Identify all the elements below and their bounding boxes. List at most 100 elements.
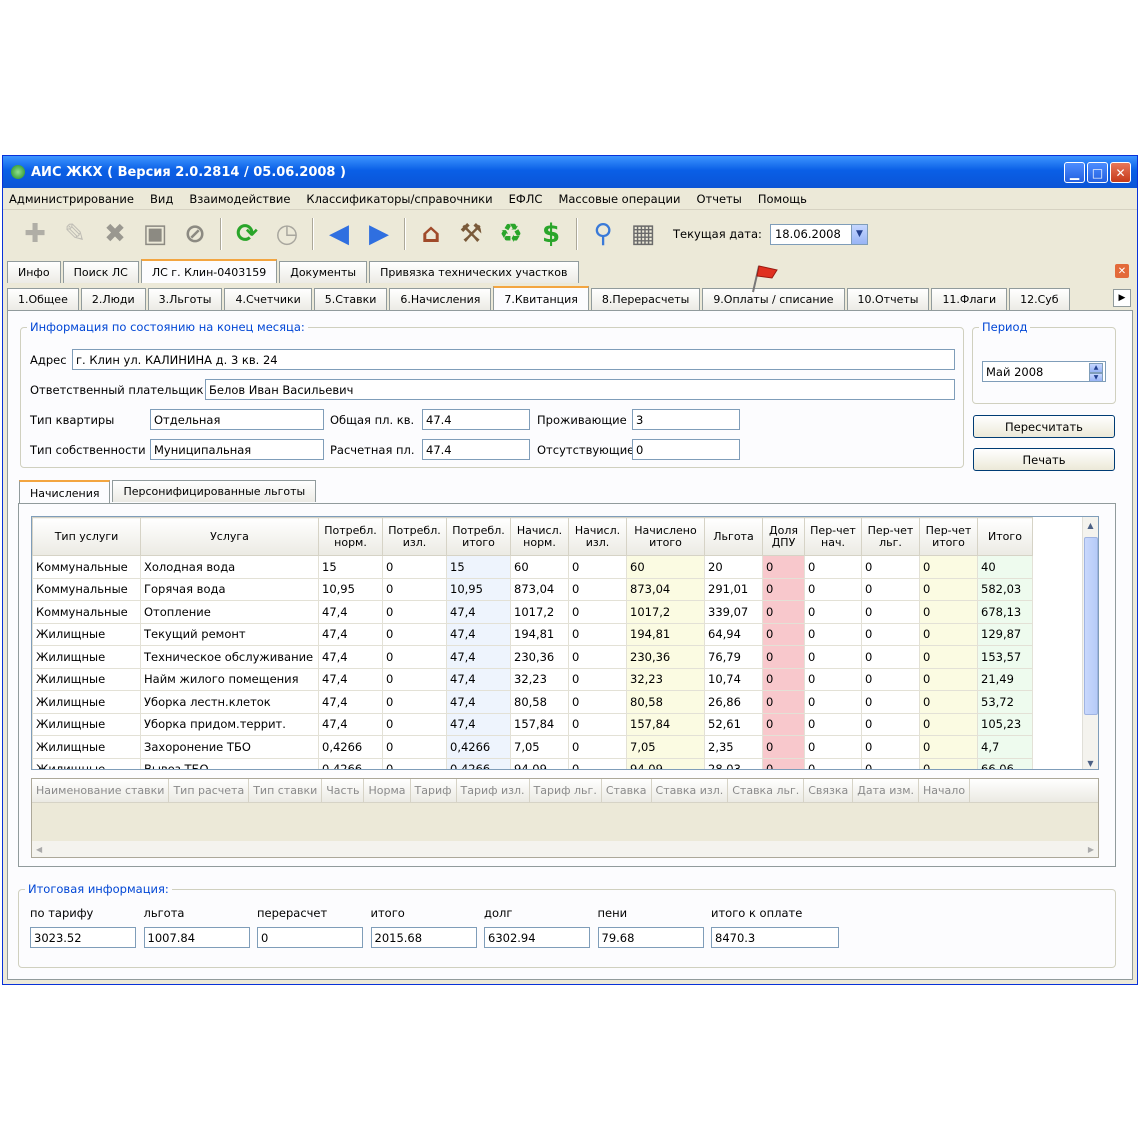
table-cell[interactable]: 153,57	[977, 645, 1033, 669]
scroll-down-icon[interactable]: ▼	[1083, 755, 1098, 769]
table-cell[interactable]: 0,4266	[446, 757, 511, 769]
rates-column-header[interactable]: Тариф изл.	[457, 779, 530, 802]
scroll-thumb[interactable]	[1084, 537, 1098, 715]
table-cell[interactable]: 0	[861, 735, 920, 759]
house-tools-icon[interactable]: ⚒	[453, 216, 489, 252]
table-cell[interactable]: 230,36	[510, 645, 569, 669]
table-cell[interactable]: 582,03	[977, 577, 1033, 601]
tab-account-11[interactable]: 11.Флаги	[931, 288, 1008, 310]
period-spinner[interactable]: ▲ ▼	[1089, 363, 1103, 381]
print-button[interactable]: Печать	[973, 448, 1115, 471]
table-cell[interactable]: 0	[762, 712, 805, 736]
period-field[interactable]: Май 2008 ▲ ▼	[982, 361, 1106, 382]
table-cell[interactable]: Коммунальные	[32, 600, 141, 624]
rates-column-header[interactable]: Тип ставки	[249, 779, 323, 802]
rates-column-header[interactable]: Наименование ставки	[32, 779, 170, 802]
table-cell[interactable]: 47,4	[446, 600, 511, 624]
table-cell[interactable]: 0	[762, 555, 805, 579]
edit-icon[interactable]: ✎	[57, 216, 93, 252]
table-cell[interactable]: 0	[919, 735, 978, 759]
table-cell[interactable]: 0	[861, 577, 920, 601]
table-cell[interactable]: 4,7	[977, 735, 1033, 759]
table-cell[interactable]: 0	[382, 690, 447, 714]
table-cell[interactable]: 10,74	[704, 667, 763, 691]
clock-icon[interactable]: ◷	[269, 216, 305, 252]
rates-column-header[interactable]: Связка	[804, 779, 854, 802]
column-header[interactable]: Тип услуги	[32, 517, 141, 556]
table-cell[interactable]: 21,49	[977, 667, 1033, 691]
table-cell[interactable]: 47,4	[446, 690, 511, 714]
table-cell[interactable]: 7,05	[510, 735, 569, 759]
recycle-icon[interactable]: ♻	[493, 216, 529, 252]
column-header[interactable]: Начислено итого	[626, 517, 705, 556]
total-field[interactable]: 8470.3	[711, 927, 839, 948]
table-cell[interactable]: Техническое обслуживание	[140, 645, 319, 669]
table-cell[interactable]: 0,4266	[446, 735, 511, 759]
table-cell[interactable]: 0	[919, 577, 978, 601]
table-cell[interactable]: Жилищные	[32, 667, 141, 691]
rates-column-header[interactable]: Тариф льг.	[530, 779, 602, 802]
table-cell[interactable]: Вывоз ТБО	[140, 757, 319, 769]
table-cell[interactable]: 0	[804, 735, 862, 759]
grid-vertical-scrollbar[interactable]: ▲ ▼	[1082, 517, 1098, 769]
tab-account-3[interactable]: 3.Льготы	[147, 288, 223, 310]
table-cell[interactable]: 339,07	[704, 600, 763, 624]
table-cell[interactable]: Уборка лестн.клеток	[140, 690, 319, 714]
table-cell[interactable]: 0	[919, 690, 978, 714]
add-icon[interactable]: ✚	[17, 216, 53, 252]
table-cell[interactable]: 7,05	[626, 735, 705, 759]
table-cell[interactable]: 47,4	[446, 645, 511, 669]
table-row[interactable]: Жилищные Техническое обслуживание 47,4 0 47,…	[32, 645, 1033, 669]
table-cell[interactable]: 678,13	[977, 600, 1033, 624]
table-row[interactable]: Жилищные Текущий ремонт 47,4 0 47,4 194,81 0 19…	[32, 622, 1033, 646]
column-header[interactable]: Доля ДПУ	[762, 517, 805, 556]
charges-grid[interactable]: Тип услуги Услуга Потребл. норм. Потребл. и…	[31, 516, 1099, 770]
column-header[interactable]: Итого	[977, 517, 1033, 556]
tab-top-1[interactable]: Инфо	[7, 261, 61, 283]
tab-top-2[interactable]: Поиск ЛС	[62, 261, 139, 283]
flag-icon[interactable]	[745, 262, 779, 296]
table-cell[interactable]: Уборка придом.террит.	[140, 712, 319, 736]
table-cell[interactable]: 230,36	[626, 645, 705, 669]
minimize-button[interactable]: ▁	[1064, 162, 1085, 183]
column-header[interactable]: Потребл. итого	[446, 517, 511, 556]
total-area-field[interactable]: 47.4	[422, 409, 530, 430]
table-cell[interactable]: 0	[762, 645, 805, 669]
table-cell[interactable]: 0	[568, 757, 627, 769]
table-row[interactable]: Коммунальные Отопление 47,4 0 47,4 1017,2 0 101…	[32, 600, 1033, 624]
absent-field[interactable]: 0	[632, 439, 740, 460]
scroll-up-icon[interactable]: ▲	[1083, 517, 1098, 533]
house-icon[interactable]: ⌂	[413, 216, 449, 252]
table-row[interactable]: Жилищные Уборка лестн.клеток 47,4 0 47,4 80,5…	[32, 690, 1033, 714]
table-cell[interactable]: 0	[804, 600, 862, 624]
table-cell[interactable]: 0	[568, 555, 627, 579]
table-cell[interactable]: 0	[382, 622, 447, 646]
table-cell[interactable]: 0	[762, 667, 805, 691]
table-cell[interactable]: 26,86	[704, 690, 763, 714]
table-cell[interactable]: 47,4	[446, 622, 511, 646]
table-cell[interactable]: 0	[919, 645, 978, 669]
table-cell[interactable]: 0	[861, 690, 920, 714]
total-field[interactable]: 1007.84	[143, 927, 250, 948]
delete-icon[interactable]: ✖	[97, 216, 133, 252]
dollar-icon[interactable]: $	[533, 216, 569, 252]
menu-item[interactable]: Отчеты	[696, 192, 741, 206]
table-cell[interactable]: 64,94	[704, 622, 763, 646]
apt-type-field[interactable]: Отдельная	[150, 409, 324, 430]
refresh-icon[interactable]: ⟳	[229, 216, 265, 252]
table-cell[interactable]: Жилищные	[32, 645, 141, 669]
table-cell[interactable]: Коммунальные	[32, 555, 141, 579]
table-cell[interactable]: 47,4	[318, 690, 383, 714]
back-arrow-icon[interactable]: ◀	[321, 216, 357, 252]
table-cell[interactable]: 80,58	[510, 690, 569, 714]
rates-column-header[interactable]: Ставка	[602, 779, 652, 802]
table-cell[interactable]: 0	[861, 622, 920, 646]
table-cell[interactable]: Захоронение ТБО	[140, 735, 319, 759]
rates-column-header[interactable]: Тариф	[411, 779, 457, 802]
table-row[interactable]: Коммунальные Горячая вода 10,95 0 10,95 873,0…	[32, 577, 1033, 601]
table-cell[interactable]: 10,95	[318, 577, 383, 601]
table-cell[interactable]: Жилищные	[32, 622, 141, 646]
forward-arrow-icon[interactable]: ▶	[361, 216, 397, 252]
table-cell[interactable]: 0	[919, 555, 978, 579]
tab-account-7[interactable]: 7.Квитанция	[493, 286, 589, 310]
